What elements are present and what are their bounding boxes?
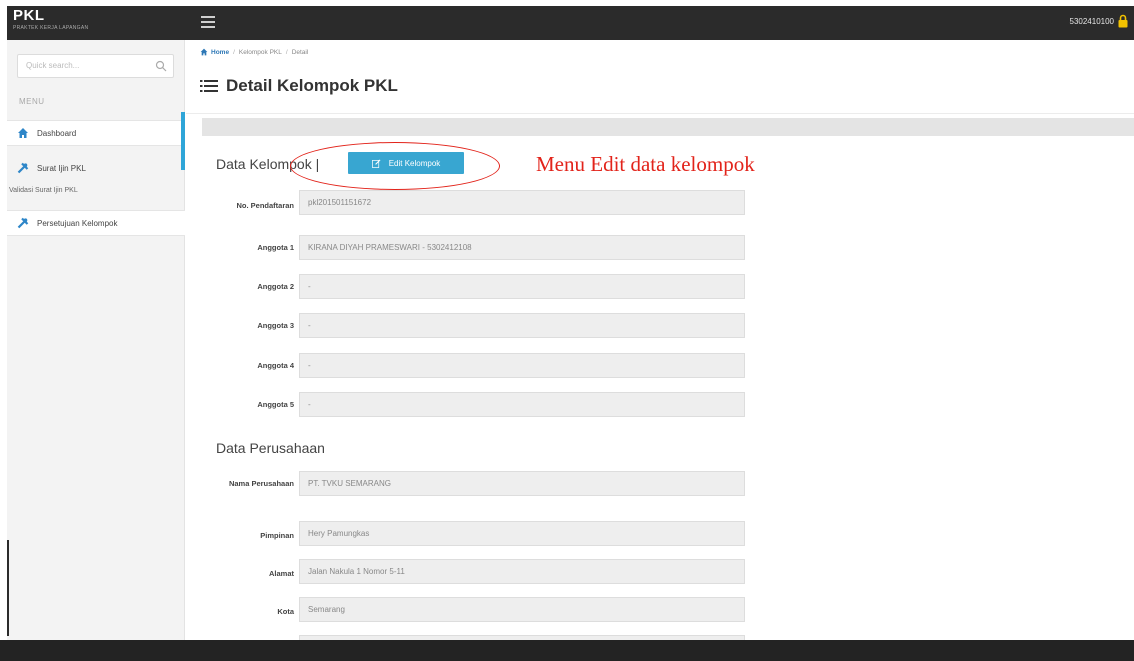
panel-header [202,118,1134,136]
brand-title: PKL [13,7,45,24]
divider [186,113,1134,114]
sidebar-item-persetujuan[interactable]: Persetujuan Kelompok [7,210,185,236]
field-nama-perusahaan[interactable]: PT. TVKU SEMARANG [299,471,745,496]
sidebar-item-label: Dashboard [37,128,77,138]
field-anggota-4[interactable]: - [299,353,745,378]
field-label-anggota-3: Anggota 3 [257,321,294,330]
sidebar-item-dashboard[interactable]: Dashboard [7,120,185,146]
divider [7,540,9,636]
top-bar: PKL PRAKTEK KERJA LAPANGAN 5302410100 [7,6,1134,40]
search-input[interactable]: Quick search... [17,54,174,78]
field-pimpinan[interactable]: Hery Pamungkas [299,521,745,546]
sidebar-subitem-validasi[interactable]: Validasi Surat Ijin PKL [9,187,78,194]
detail-panel: Data Kelompok | Edit Kelompok No. Pendaf… [202,118,1134,661]
field-label-nama-perusahaan: Nama Perusahaan [228,479,294,488]
brand[interactable]: PKL PRAKTEK KERJA LAPANGAN [7,6,185,40]
field-anggota-3[interactable]: - [299,313,745,338]
search-placeholder: Quick search... [26,61,80,70]
hamburger-menu-icon[interactable] [201,16,215,28]
sidebar-item-label: Surat Ijin PKL [37,163,86,173]
left-edge [0,0,7,661]
menu-label: MENU [19,97,45,106]
home-icon [200,48,208,56]
tools-icon [17,217,29,229]
tools-icon [17,162,29,174]
breadcrumb-detail: Detail [291,48,309,56]
home-icon [18,128,28,138]
sidebar-item-label: Persetujuan Kelompok [37,218,118,228]
breadcrumb: Home / Kelompok PKL / Detail [200,48,308,56]
page: PKL PRAKTEK KERJA LAPANGAN 5302410100 Qu… [0,0,1134,661]
annotation-oval [290,142,500,190]
field-label-no-pendaftaran: No. Pendaftaran [236,201,294,210]
field-anggota-1[interactable]: KIRANA DIYAH PRAMESWARI - 5302412108 [299,235,745,260]
page-title: Detail Kelompok PKL [226,76,398,95]
field-label-pimpinan: Pimpinan [260,531,294,540]
breadcrumb-home[interactable]: Home [211,49,229,56]
field-label-anggota-1: Anggota 1 [257,243,294,252]
main-content: Home / Kelompok PKL / Detail Detail Kelo… [186,40,1134,661]
title-row: Detail Kelompok PKL [200,76,398,96]
field-anggota-2[interactable]: - [299,274,745,299]
bottom-bar [0,640,1134,661]
sidebar: Quick search... MENU Dashboard Surat Iji… [7,40,185,640]
sidebar-item-surat-ijin[interactable]: Surat Ijin PKL [7,155,185,181]
list-icon [200,80,218,92]
breadcrumb-separator: / [233,48,235,56]
field-anggota-5[interactable]: - [299,392,745,417]
section-title-perusahaan: Data Perusahaan [216,440,325,456]
field-alamat[interactable]: Jalan Nakula 1 Nomor 5-11 [299,559,745,584]
field-label-anggota-5: Anggota 5 [257,400,294,409]
annotation-text: Menu Edit data kelompok [536,152,755,176]
breadcrumb-kelompok[interactable]: Kelompok PKL [239,49,282,56]
brand-subtitle: PRAKTEK KERJA LAPANGAN [13,25,89,31]
field-label-anggota-4: Anggota 4 [257,361,294,370]
field-label-kota: Kota [277,607,294,616]
field-no-pendaftaran[interactable]: pkl201501151672 [299,190,745,215]
search-icon[interactable] [155,60,167,72]
field-kota[interactable]: Semarang [299,597,745,622]
user-id[interactable]: 5302410100 [1070,17,1115,26]
active-indicator [181,112,185,170]
field-label-alamat: Alamat [268,569,294,578]
breadcrumb-separator: / [285,48,288,56]
field-label-anggota-2: Anggota 2 [257,282,294,291]
lock-icon[interactable] [1118,14,1128,28]
